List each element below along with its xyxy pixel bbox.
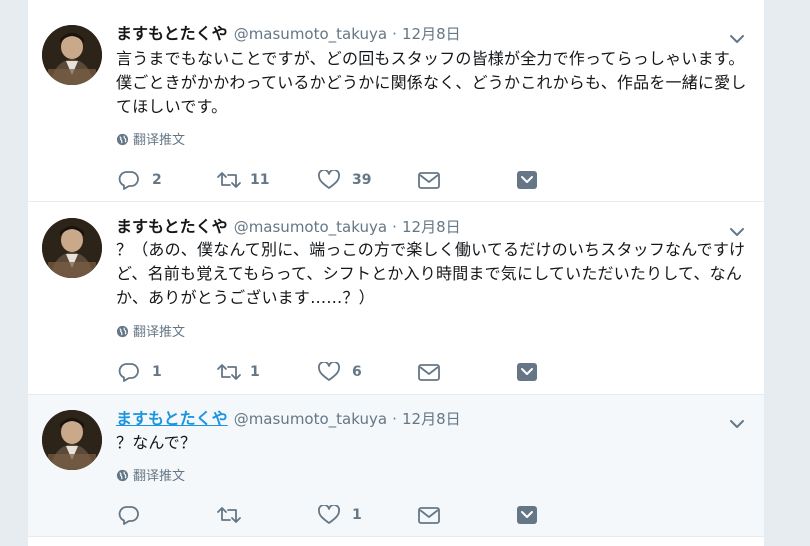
tweet[interactable]: ますもとたくや @masumoto_takuya · 12月8日 言うまでもないこ… xyxy=(28,8,764,202)
retweet-icon xyxy=(217,507,241,523)
tweet-text: 言うまでもないことですが、どの回もスタッフの皆様が全力で作ってらっしゃいます。僕… xyxy=(116,49,747,116)
like-button[interactable]: 39 xyxy=(318,170,388,190)
reply-icon xyxy=(118,363,139,382)
retweet-count: 1 xyxy=(250,364,260,380)
tweet-header: ますもとたくや @masumoto_takuya · 12月8日 xyxy=(116,408,461,430)
translate-link[interactable]: 翻译推文 xyxy=(116,132,185,150)
timestamp[interactable]: 12月8日 xyxy=(402,410,461,428)
reply-icon xyxy=(118,506,139,525)
reply-icon xyxy=(118,171,139,190)
avatar[interactable] xyxy=(42,218,102,278)
avatar[interactable] xyxy=(42,410,102,470)
like-button[interactable]: 1 xyxy=(318,505,388,525)
dm-icon xyxy=(418,364,440,381)
dm-button[interactable] xyxy=(418,505,442,525)
tweet-header: ますもとたくや @masumoto_takuya · 12月8日 xyxy=(116,216,461,238)
translate-label: 翻译推文 xyxy=(133,325,186,340)
dm-button[interactable] xyxy=(418,170,442,190)
retweet-button[interactable]: 11 xyxy=(216,170,286,190)
add-to-moment-button[interactable] xyxy=(516,170,540,190)
like-icon xyxy=(318,170,340,189)
translate-label: 翻译推文 xyxy=(133,469,186,484)
globe-icon xyxy=(116,325,129,344)
display-name[interactable]: ますもとたくや xyxy=(116,217,228,236)
timestamp[interactable]: 12月8日 xyxy=(402,25,461,43)
dm-icon xyxy=(418,507,440,524)
like-count: 6 xyxy=(352,364,362,380)
reply-count: 2 xyxy=(152,172,162,188)
separator: · xyxy=(392,25,397,43)
reply-button[interactable] xyxy=(118,505,178,525)
reply-button[interactable]: 2 xyxy=(118,170,178,190)
username[interactable]: @masumoto_takuya xyxy=(234,410,387,428)
display-name[interactable]: ますもとたくや xyxy=(116,409,228,428)
dm-button[interactable] xyxy=(418,362,442,382)
translate-link[interactable]: 翻译推文 xyxy=(116,324,185,342)
like-icon xyxy=(318,505,340,524)
retweet-button[interactable] xyxy=(216,505,286,525)
like-count: 39 xyxy=(352,172,372,188)
add-to-moment-button[interactable] xyxy=(516,505,540,525)
tweet-text: ？なんで？ xyxy=(116,433,197,452)
add-to-moment-icon xyxy=(517,363,537,381)
globe-icon xyxy=(116,133,129,152)
add-to-moment-icon xyxy=(517,506,537,524)
separator: · xyxy=(392,410,397,428)
timeline: ますもとたくや @masumoto_takuya · 12月8日 言うまでもないこ… xyxy=(27,0,765,546)
chevron-down-icon[interactable] xyxy=(728,30,746,48)
add-to-moment-icon xyxy=(517,171,537,189)
like-icon xyxy=(318,362,340,381)
retweet-icon xyxy=(217,364,241,380)
retweet-icon xyxy=(217,172,241,188)
display-name[interactable]: ますもとたくや xyxy=(116,24,228,43)
tweet[interactable]: ますもとたくや @masumoto_takuya · 12月8日 ？（あの、僕なん… xyxy=(28,202,764,395)
tweet-text: ？（あの、僕なんて別に、端っこの方で楽しく働いてるだけのいちスタッフなんですけど… xyxy=(116,240,746,307)
translate-link[interactable]: 翻译推文 xyxy=(116,468,185,486)
tweet[interactable]: ますもとたくや @masumoto_takuya · 12月8日 ？なんで？ 翻译… xyxy=(28,395,764,537)
like-count: 1 xyxy=(352,507,362,523)
dm-icon xyxy=(418,172,440,189)
avatar[interactable] xyxy=(42,25,102,85)
retweet-button[interactable]: 1 xyxy=(216,362,286,382)
timestamp[interactable]: 12月8日 xyxy=(402,218,461,236)
username[interactable]: @masumoto_takuya xyxy=(234,25,387,43)
translate-label: 翻译推文 xyxy=(133,133,186,148)
retweet-count: 11 xyxy=(250,172,270,188)
reply-button[interactable]: 1 xyxy=(118,362,178,382)
like-button[interactable]: 6 xyxy=(318,362,388,382)
tweet-header: ますもとたくや @masumoto_takuya · 12月8日 xyxy=(116,23,461,45)
globe-icon xyxy=(116,469,129,488)
separator: · xyxy=(392,218,397,236)
reply-count: 1 xyxy=(152,364,162,380)
username[interactable]: @masumoto_takuya xyxy=(234,218,387,236)
add-to-moment-button[interactable] xyxy=(516,362,540,382)
